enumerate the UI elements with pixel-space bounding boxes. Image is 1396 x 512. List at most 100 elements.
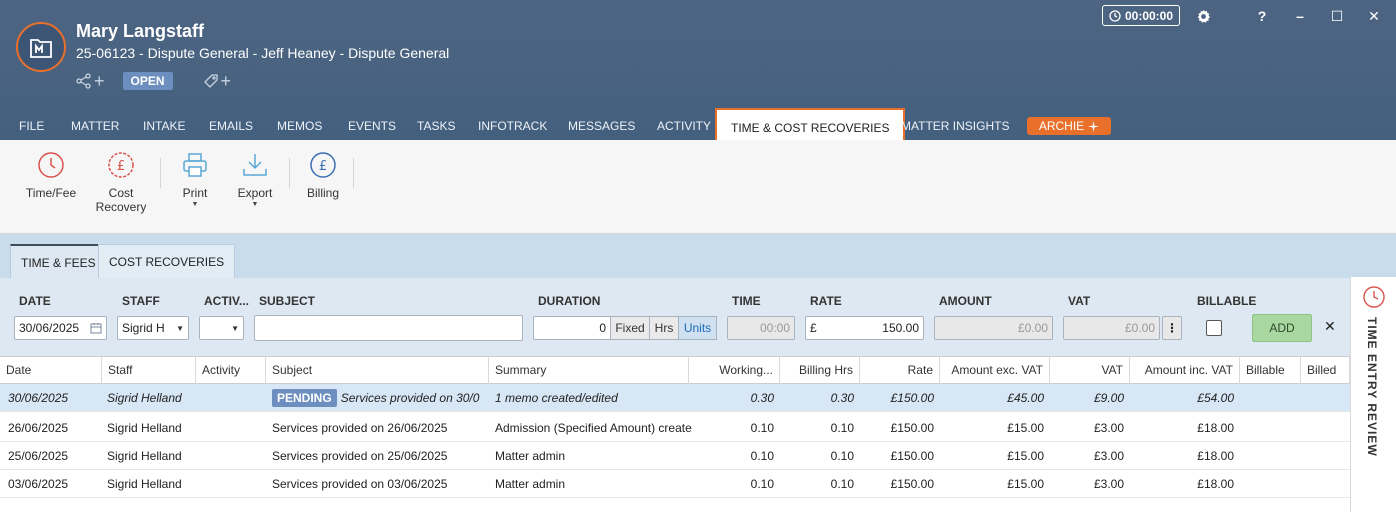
tab-activity[interactable]: ACTIVITY — [657, 104, 711, 140]
add-tag-button[interactable]: + — [203, 71, 231, 92]
subject-label: SUBJECT — [259, 294, 316, 308]
cell-amount-exc: £15.00 — [1007, 421, 1044, 435]
ribbon-divider — [160, 158, 161, 188]
column-rate[interactable]: Rate — [860, 357, 940, 384]
subject-input[interactable] — [254, 315, 523, 341]
column-date[interactable]: Date — [0, 357, 102, 384]
tab-events[interactable]: EVENTS — [348, 104, 396, 140]
cell-subject-text: Services provided on 30/0 — [340, 391, 480, 405]
status-badge[interactable]: OPEN — [122, 72, 173, 90]
table-row[interactable]: 03/06/2025 Sigrid Helland Services provi… — [0, 470, 1350, 498]
cost-recovery-button[interactable]: £ Cost Recovery — [95, 150, 147, 214]
tab-file[interactable]: FILE — [19, 104, 44, 140]
subtab-time-fees[interactable]: TIME & FEES — [10, 244, 107, 278]
tab-emails[interactable]: EMAILS — [209, 104, 253, 140]
cell-rate: £150.00 — [890, 449, 934, 463]
clock-icon — [36, 150, 66, 180]
settings-button[interactable] — [1193, 6, 1213, 26]
column-billable[interactable]: Billable — [1240, 357, 1301, 384]
tab-infotrack[interactable]: INFOTRACK — [478, 104, 547, 140]
activity-label: ACTIV... — [204, 294, 249, 308]
time-entry-review-panel[interactable]: TIME ENTRY REVIEW — [1350, 277, 1396, 512]
column-vat[interactable]: VAT — [1050, 357, 1130, 384]
matter-description: 25-06123 - Dispute General - Jeff Heaney… — [76, 45, 450, 61]
column-staff[interactable]: Staff — [102, 357, 196, 384]
cell-summary: Matter admin — [495, 477, 566, 491]
cell-date: 30/06/2025 — [8, 391, 69, 405]
gear-icon — [1197, 9, 1210, 23]
cell-activity — [196, 442, 266, 470]
cell-amount-exc: £15.00 — [1007, 477, 1044, 491]
vat-label: VAT — [1068, 294, 1091, 308]
cell-activity — [196, 414, 266, 442]
date-value: 30/06/2025 — [19, 321, 80, 335]
clock-icon — [1109, 9, 1121, 22]
tab-time-cost-recoveries[interactable]: TIME & COST RECOVERIES — [715, 108, 906, 144]
column-working-hours[interactable]: Working... — [689, 357, 780, 384]
cell-activity — [196, 384, 266, 412]
staff-label: STAFF — [122, 294, 160, 308]
column-summary[interactable]: Summary — [489, 357, 689, 384]
client-name: Mary Langstaff — [76, 21, 205, 41]
cell-billing-hrs: 0.10 — [830, 421, 854, 435]
export-button[interactable]: Export ▼ — [236, 150, 274, 208]
column-amount-exc-vat[interactable]: Amount exc. VAT — [940, 357, 1050, 384]
chevron-down-icon: ▼ — [251, 201, 259, 208]
table-row[interactable]: 26/06/2025 Sigrid Helland Services provi… — [0, 414, 1350, 442]
units-toggle[interactable]: Units — [678, 316, 717, 340]
matter-header: Mary Langstaff 25-06123 - Dispute Genera… — [0, 0, 1396, 144]
staff-select[interactable]: Sigrid H ▼ — [117, 316, 189, 340]
cell-vat: £9.00 — [1093, 391, 1124, 405]
cell-subject: Services provided on 03/06/2025 — [272, 477, 448, 491]
calendar-icon[interactable] — [90, 322, 102, 334]
amount-field: £0.00 — [934, 316, 1053, 340]
cost-recovery-label-2: Recovery — [95, 200, 147, 214]
billable-checkbox[interactable] — [1206, 320, 1222, 336]
archie-button[interactable]: ARCHIE — [1027, 117, 1111, 135]
chevron-down-icon: ▼ — [191, 201, 199, 208]
help-button[interactable]: ? — [1252, 6, 1272, 26]
print-button[interactable]: Print ▼ — [180, 150, 210, 208]
billing-label: Billing — [306, 186, 339, 200]
matter-logo-icon — [16, 22, 66, 72]
timer-button[interactable]: 00:00:00 — [1102, 5, 1180, 26]
chevron-down-icon: ▼ — [176, 323, 184, 333]
tab-memos[interactable]: MEMOS — [277, 104, 322, 140]
minimize-button[interactable]: – — [1290, 6, 1310, 26]
subtab-cost-recoveries[interactable]: COST RECOVERIES — [98, 244, 236, 278]
column-billed[interactable]: Billed — [1301, 357, 1350, 384]
column-amount-inc-vat[interactable]: Amount inc. VAT — [1130, 357, 1240, 384]
export-label: Export — [237, 186, 273, 200]
close-window-button[interactable]: ✕ — [1364, 6, 1384, 26]
time-fee-button[interactable]: Time/Fee — [26, 150, 76, 200]
plus-icon: + — [94, 70, 105, 91]
tab-intake[interactable]: INTAKE — [143, 104, 185, 140]
timer-value: 00:00:00 — [1124, 8, 1174, 23]
time-value: 00:00 — [759, 321, 790, 335]
pound-coin-icon: £ — [106, 150, 136, 180]
billing-button[interactable]: £ Billing — [305, 150, 341, 200]
fixed-toggle[interactable]: Fixed — [610, 316, 650, 340]
hrs-toggle[interactable]: Hrs — [649, 316, 679, 340]
cell-amount-exc: £15.00 — [1007, 449, 1044, 463]
activity-select[interactable]: ▼ — [199, 316, 244, 340]
column-subject[interactable]: Subject — [266, 357, 489, 384]
column-activity[interactable]: Activity — [196, 357, 266, 384]
ribbon-toolbar: Time/Fee £ Cost Recovery Print ▼ Export — [0, 140, 1396, 234]
add-button[interactable]: ADD — [1252, 314, 1312, 342]
rate-input[interactable]: £ 150.00 — [805, 316, 924, 340]
duration-input[interactable]: 0 — [533, 316, 611, 340]
add-relationship-button[interactable]: + — [76, 71, 105, 92]
maximize-button[interactable]: ☐ — [1327, 6, 1347, 26]
tab-messages[interactable]: MESSAGES — [568, 104, 635, 140]
vat-options-button[interactable]: ⋮ — [1162, 316, 1182, 340]
column-billing-hrs[interactable]: Billing Hrs — [780, 357, 860, 384]
date-field[interactable]: 30/06/2025 — [14, 316, 107, 340]
table-row[interactable]: 30/06/2025 Sigrid Helland PENDING Service… — [0, 384, 1350, 412]
tab-matter-insights[interactable]: MATTER INSIGHTS — [901, 104, 1009, 140]
ribbon-divider — [289, 158, 290, 188]
tab-tasks[interactable]: TASKS — [417, 104, 455, 140]
clear-form-button[interactable]: ✕ — [1324, 318, 1336, 335]
tab-matter[interactable]: MATTER — [71, 104, 119, 140]
table-row[interactable]: 25/06/2025 Sigrid Helland Services provi… — [0, 442, 1350, 470]
